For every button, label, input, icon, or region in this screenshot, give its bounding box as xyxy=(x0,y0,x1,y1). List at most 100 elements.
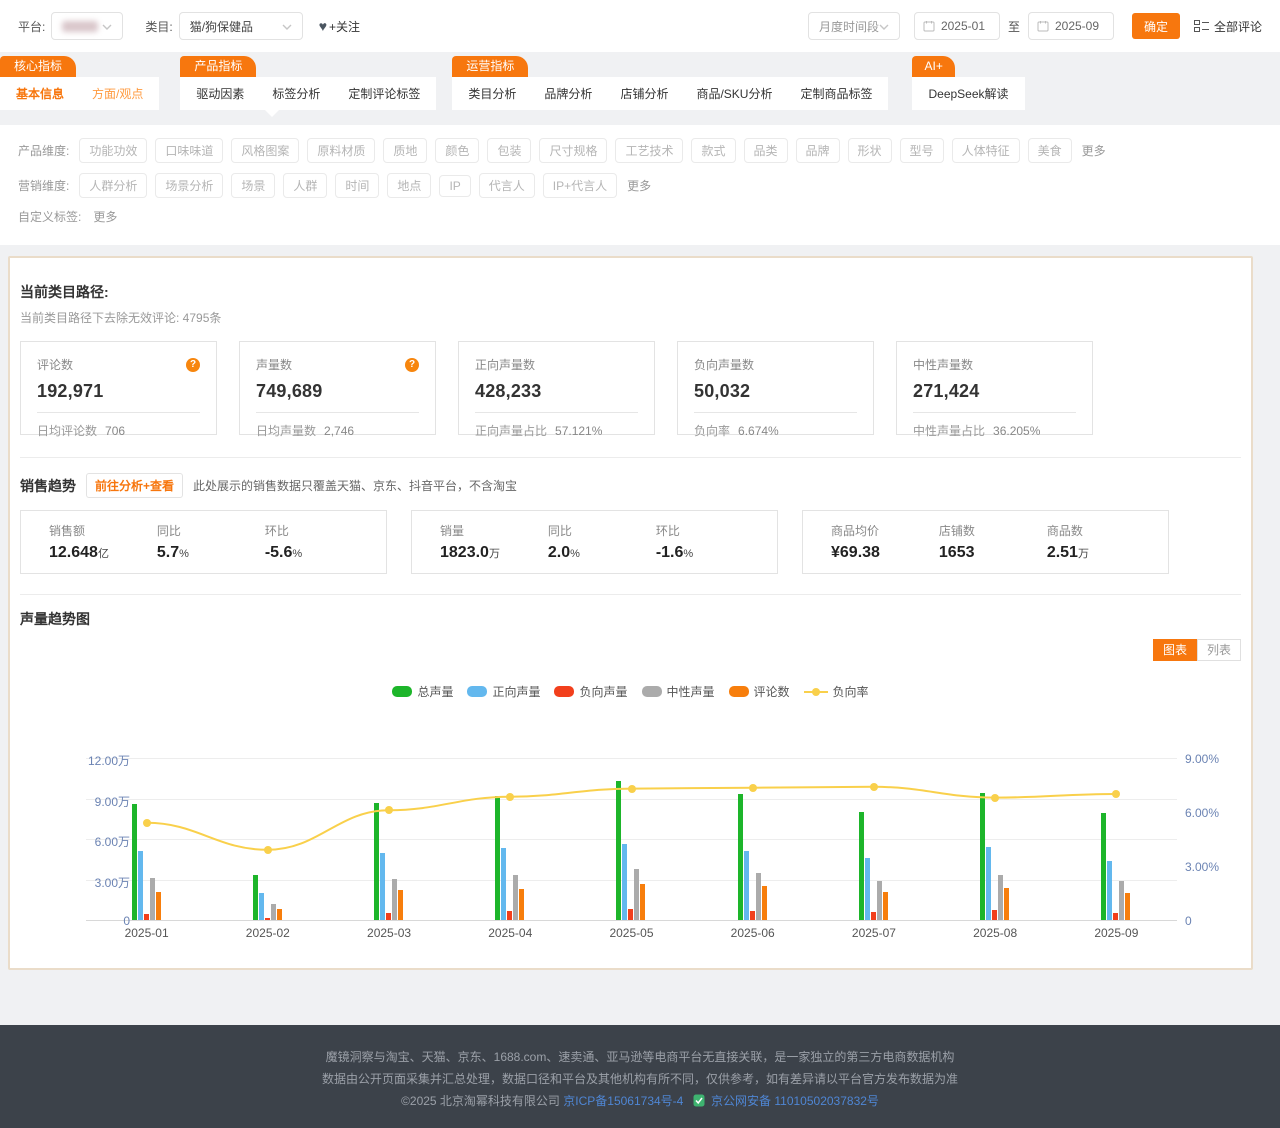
filter-chip-场景分析[interactable]: 场景分析 xyxy=(155,173,223,198)
nav-tab-定制商品标签[interactable]: 定制商品标签 xyxy=(786,85,886,102)
more-link[interactable]: 更多 xyxy=(627,177,651,194)
stat-card-value: 428,233 xyxy=(475,381,638,413)
follow-button[interactable]: ♥ +关注 xyxy=(319,18,360,35)
all-comments-button[interactable]: 全部评论 xyxy=(1194,18,1262,35)
nav-tab-品牌分析[interactable]: 品牌分析 xyxy=(530,85,606,102)
chevron-down-icon xyxy=(102,19,112,33)
filter-row-label: 营销维度: xyxy=(18,177,69,194)
nav-tab-标签分析[interactable]: 标签分析 xyxy=(258,85,334,102)
sales-metric-label: 销售额 xyxy=(49,522,157,539)
filter-chip-风格图案[interactable]: 风格图案 xyxy=(231,138,299,163)
start-date-input[interactable]: 2025-01 xyxy=(914,12,1000,40)
filter-chip-口味味道[interactable]: 口味味道 xyxy=(155,138,223,163)
filter-chip-IP+代言人[interactable]: IP+代言人 xyxy=(543,173,617,198)
filter-chip-地点[interactable]: 地点 xyxy=(387,173,431,198)
help-icon[interactable]: ? xyxy=(186,358,200,372)
stat-card-sub-label: 正向声量占比 xyxy=(475,424,547,438)
filter-chip-人群[interactable]: 人群 xyxy=(283,173,327,198)
more-link[interactable]: 更多 xyxy=(93,208,117,225)
nav-tab-bar: 类目分析品牌分析店铺分析商品/SKU分析定制商品标签 xyxy=(452,77,888,110)
goto-analysis-button[interactable]: 前往分析+查看 xyxy=(86,473,183,498)
category-path-subtitle: 当前类目路径下去除无效评论: 4795条 xyxy=(20,309,1241,326)
footer-disclaimer-2: 数据由公开页面采集并汇总处理，数据口径和平台及其他机构有所不同，仅供参考，如有差… xyxy=(0,1068,1280,1090)
legend-item-评论数[interactable]: 评论数 xyxy=(729,683,790,700)
help-icon[interactable]: ? xyxy=(405,358,419,372)
filter-row-label: 产品维度: xyxy=(18,142,69,159)
category-select[interactable]: 猫/狗保健品 xyxy=(179,12,303,40)
platform-label: 平台: xyxy=(18,18,45,35)
filter-chip-颜色[interactable]: 颜色 xyxy=(435,138,479,163)
more-link[interactable]: 更多 xyxy=(1082,142,1106,159)
chart-plot-area: 12.00万9.00万6.00万3.00万09.00%6.00%3.00%020… xyxy=(86,758,1177,920)
filter-chip-时间[interactable]: 时间 xyxy=(335,173,379,198)
legend-item-负向声量[interactable]: 负向声量 xyxy=(554,683,627,700)
line-dot-2025-08 xyxy=(991,794,999,802)
nav-tab-商品/SKU分析[interactable]: 商品/SKU分析 xyxy=(682,85,786,102)
legend-item-负向率[interactable]: 负向率 xyxy=(804,683,869,700)
filter-chip-包装[interactable]: 包装 xyxy=(487,138,531,163)
stat-card-sub-value: 2,746 xyxy=(324,424,354,438)
bar-负向声量 xyxy=(1113,913,1118,920)
icp-license-link[interactable]: 京ICP备15061734号-4 xyxy=(563,1094,683,1108)
gridline xyxy=(86,920,1177,921)
sales-metric-value: 2.0% xyxy=(548,544,656,562)
legend-color-swatch xyxy=(392,686,412,697)
filter-chip-品类[interactable]: 品类 xyxy=(744,138,788,163)
legend-item-正向声量[interactable]: 正向声量 xyxy=(467,683,540,700)
filter-chip-款式[interactable]: 款式 xyxy=(691,138,735,163)
nav-group: AI+DeepSeek解读 xyxy=(912,56,1024,110)
stat-card-sub-label: 日均声量数 xyxy=(256,424,316,438)
filter-chip-人体特征[interactable]: 人体特征 xyxy=(952,138,1020,163)
filter-chip-IP[interactable]: IP xyxy=(439,175,470,197)
toggle-列表[interactable]: 列表 xyxy=(1197,639,1241,661)
nav-tab-定制评论标签[interactable]: 定制评论标签 xyxy=(334,85,434,102)
bar-总声量 xyxy=(980,793,985,920)
filter-chip-功能功效[interactable]: 功能功效 xyxy=(79,138,147,163)
filter-chip-尺寸规格[interactable]: 尺寸规格 xyxy=(539,138,607,163)
stat-card: 负向声量数50,032负向率6.674% xyxy=(677,341,874,435)
filter-chip-工艺技术[interactable]: 工艺技术 xyxy=(615,138,683,163)
line-dot-2025-04 xyxy=(506,793,514,801)
stat-card-value: 50,032 xyxy=(694,381,857,413)
stat-card-sub-label: 日均评论数 xyxy=(37,424,97,438)
bar-负向声量 xyxy=(386,913,391,920)
filter-chip-质地[interactable]: 质地 xyxy=(383,138,427,163)
police-record-link[interactable]: 京公网安备 11010502037832号 xyxy=(711,1094,879,1108)
sales-metric-unit: % xyxy=(683,548,693,560)
sales-metric-value: 2.51万 xyxy=(1047,544,1155,562)
bar-负向声量 xyxy=(144,914,149,920)
filter-chip-美食[interactable]: 美食 xyxy=(1028,138,1072,163)
filter-chip-品牌[interactable]: 品牌 xyxy=(796,138,840,163)
x-axis-label: 2025-01 xyxy=(125,926,169,940)
nav-tab-类目分析[interactable]: 类目分析 xyxy=(454,85,530,102)
nav-tab-店铺分析[interactable]: 店铺分析 xyxy=(606,85,682,102)
filter-chip-型号[interactable]: 型号 xyxy=(900,138,944,163)
bar-中性声量 xyxy=(513,875,518,920)
bar-group xyxy=(374,758,404,920)
nav-tab-驱动因素[interactable]: 驱动因素 xyxy=(182,85,258,102)
toggle-图表[interactable]: 图表 xyxy=(1153,639,1197,661)
nav-tab-方面/观点[interactable]: 方面/观点 xyxy=(78,85,157,102)
x-axis-label: 2025-04 xyxy=(488,926,532,940)
filter-chip-原料材质[interactable]: 原料材质 xyxy=(307,138,375,163)
period-type-select[interactable]: 月度时间段 xyxy=(808,12,900,40)
sales-metric-value: 5.7% xyxy=(157,544,265,562)
stat-card: 正向声量数428,233正向声量占比57.121% xyxy=(458,341,655,435)
end-date-input[interactable]: 2025-09 xyxy=(1028,12,1114,40)
filter-chip-形状[interactable]: 形状 xyxy=(848,138,892,163)
legend-item-中性声量[interactable]: 中性声量 xyxy=(642,683,715,700)
legend-item-总声量[interactable]: 总声量 xyxy=(392,683,453,700)
sales-card: 商品均价¥69.38店铺数1653商品数2.51万 xyxy=(802,510,1169,574)
filter-chip-人群分析[interactable]: 人群分析 xyxy=(79,173,147,198)
period-type-value: 月度时间段 xyxy=(819,18,879,35)
filter-chip-代言人[interactable]: 代言人 xyxy=(479,173,535,198)
sales-metric: 销量1823.0万 xyxy=(440,522,548,562)
month-group-2025-06: 2025-06 xyxy=(692,758,813,920)
confirm-button[interactable]: 确定 xyxy=(1132,13,1180,39)
sales-metric-label: 商品数 xyxy=(1047,522,1155,539)
platform-select[interactable] xyxy=(51,12,123,40)
filter-chip-场景[interactable]: 场景 xyxy=(231,173,275,198)
month-group-2025-02: 2025-02 xyxy=(207,758,328,920)
nav-tab-基本信息[interactable]: 基本信息 xyxy=(2,85,78,102)
nav-tab-DeepSeek解读[interactable]: DeepSeek解读 xyxy=(914,85,1022,102)
